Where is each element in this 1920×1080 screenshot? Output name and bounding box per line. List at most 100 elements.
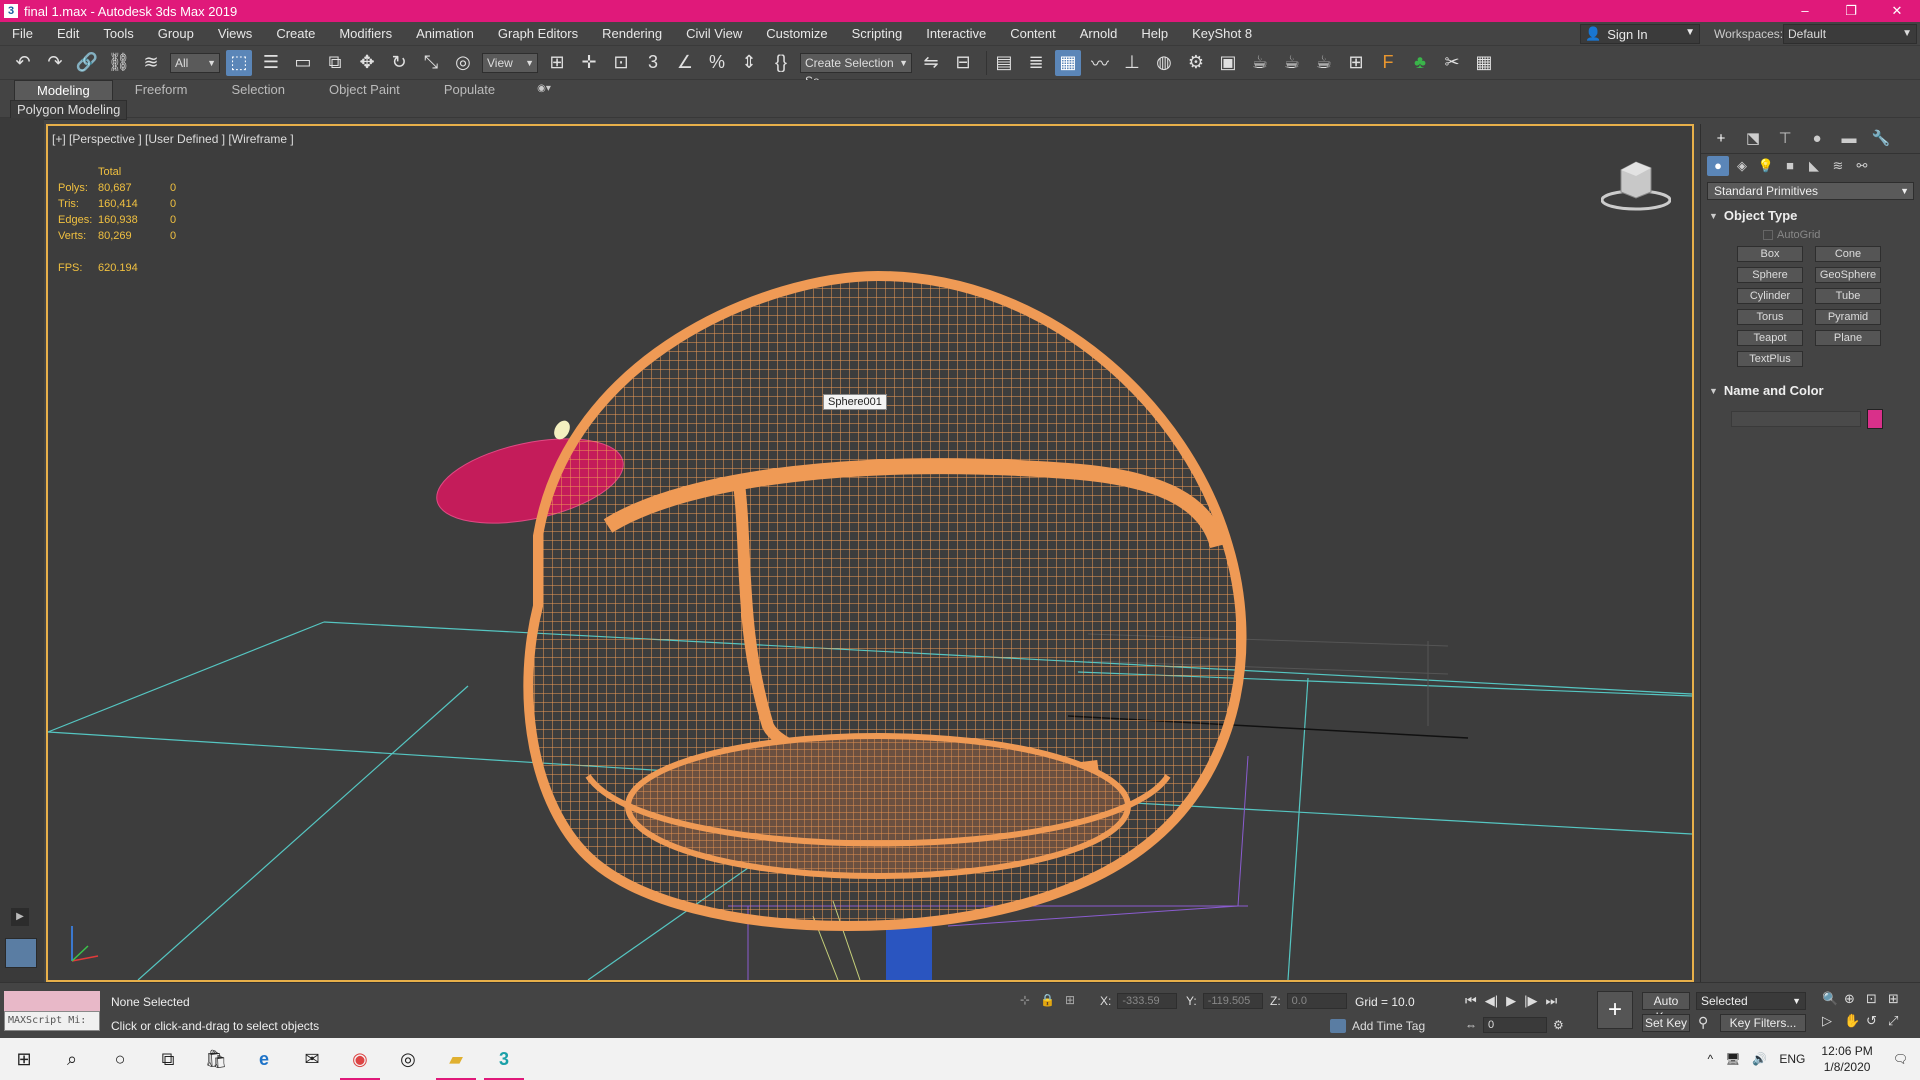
mirror-icon[interactable]: ⇋ bbox=[918, 50, 944, 76]
menu-arnold[interactable]: Arnold bbox=[1068, 22, 1130, 46]
scene-explorer-icon[interactable]: ▤ bbox=[991, 50, 1017, 76]
key-mode-toggle-icon[interactable]: ⇔ bbox=[1465, 1018, 1477, 1032]
rendered-frame-window-icon[interactable]: ▣ bbox=[1215, 50, 1241, 76]
menu-customize[interactable]: Customize bbox=[754, 22, 839, 46]
menu-modifiers[interactable]: Modifiers bbox=[327, 22, 404, 46]
space-warps-icon[interactable]: ≋ bbox=[1827, 156, 1849, 176]
chrome-icon[interactable]: ◉ bbox=[336, 1038, 384, 1080]
percent-snap-icon[interactable]: % bbox=[704, 50, 730, 76]
store-icon[interactable]: 🛍 bbox=[192, 1038, 240, 1080]
geometry-icon[interactable]: ● bbox=[1707, 156, 1729, 176]
display-tab-icon[interactable]: ▬ bbox=[1835, 127, 1863, 151]
file-explorer-icon[interactable]: ▰ bbox=[432, 1038, 480, 1080]
menu-create[interactable]: Create bbox=[264, 22, 327, 46]
ribbon-options-icon[interactable]: ◉▾ bbox=[537, 83, 559, 97]
utilities-tab-icon[interactable]: 🔧 bbox=[1867, 127, 1895, 151]
time-configuration-icon[interactable]: ⚙ bbox=[1553, 1018, 1564, 1032]
pan-icon[interactable]: ✋ bbox=[1844, 1013, 1866, 1029]
rectangular-selection-icon[interactable]: ▭ bbox=[290, 50, 316, 76]
geosphere-button[interactable]: GeoSphere bbox=[1815, 267, 1881, 283]
pyramid-button[interactable]: Pyramid bbox=[1815, 309, 1881, 325]
place-icon[interactable]: ◎ bbox=[450, 50, 476, 76]
teapot-button[interactable]: Teapot bbox=[1737, 330, 1803, 346]
close-button[interactable]: ✕ bbox=[1874, 0, 1920, 22]
network-icon[interactable]: 🖥 bbox=[1725, 1052, 1740, 1066]
ribbon-toggle-icon[interactable]: ▦ bbox=[1055, 49, 1081, 76]
viewport-layout-thumbnail[interactable] bbox=[5, 938, 37, 968]
y-input[interactable] bbox=[1202, 993, 1263, 1009]
object-type-header[interactable]: ▼ Object Type bbox=[1705, 206, 1916, 226]
add-time-tag-button[interactable]: Add Time Tag bbox=[1330, 1019, 1425, 1033]
material-editor-icon[interactable]: ◍ bbox=[1151, 50, 1177, 76]
menu-group[interactable]: Group bbox=[146, 22, 206, 46]
maxscript-listener[interactable]: MAXScript Mi: bbox=[4, 991, 100, 1033]
isolate-selection-icon[interactable]: ⊹ bbox=[1020, 993, 1030, 1007]
scale-icon[interactable]: ⤡ bbox=[418, 50, 444, 76]
menu-help[interactable]: Help bbox=[1129, 22, 1180, 46]
render-cloud-icon[interactable]: ⊞ bbox=[1343, 50, 1369, 76]
render-production-icon[interactable]: ☕ bbox=[1247, 50, 1273, 76]
plane-button[interactable]: Plane bbox=[1815, 330, 1881, 346]
x-input[interactable] bbox=[1117, 993, 1178, 1009]
search-icon[interactable]: ⌕ bbox=[48, 1038, 96, 1080]
move-icon[interactable]: ✥ bbox=[354, 50, 380, 76]
tab-modeling[interactable]: Modeling bbox=[14, 79, 113, 101]
layer-explorer-icon[interactable]: ≣ bbox=[1023, 50, 1049, 76]
bind-space-warp-icon[interactable]: ≋ bbox=[138, 50, 164, 76]
clock[interactable]: 12:06 PM 1/8/2020 bbox=[1821, 1043, 1872, 1075]
menu-content[interactable]: Content bbox=[998, 22, 1068, 46]
menu-file[interactable]: File bbox=[0, 22, 45, 46]
undo-icon[interactable]: ↶ bbox=[10, 50, 36, 76]
key-filters-button[interactable]: Key Filters... bbox=[1720, 1014, 1806, 1032]
perspective-viewport[interactable]: [+] [Perspective ] [User Defined ] [Wire… bbox=[46, 124, 1694, 982]
windows-start-icon[interactable]: ⊞ bbox=[0, 1038, 48, 1080]
menu-animation[interactable]: Animation bbox=[404, 22, 486, 46]
shapes-icon[interactable]: ◈ bbox=[1731, 156, 1753, 176]
viewport-label[interactable]: [+] [Perspective ] [User Defined ] [Wire… bbox=[52, 132, 294, 146]
next-frame-icon[interactable]: |▶ bbox=[1524, 993, 1537, 1009]
align-icon[interactable]: ⊟ bbox=[950, 50, 976, 76]
play-icon[interactable]: ▶ bbox=[1506, 993, 1516, 1009]
name-and-color-header[interactable]: ▼ Name and Color bbox=[1705, 381, 1916, 401]
notifications-icon[interactable]: 🗨 bbox=[1893, 1052, 1908, 1066]
railclone-icon[interactable]: ♣ bbox=[1407, 50, 1433, 76]
hierarchy-tab-icon[interactable]: ⊤ bbox=[1771, 127, 1799, 151]
zoom-icon[interactable]: 🔍 bbox=[1822, 991, 1844, 1007]
render-activeshade-icon[interactable]: ☕ bbox=[1311, 50, 1337, 76]
cylinder-button[interactable]: Cylinder bbox=[1737, 288, 1803, 304]
sign-in-button[interactable]: 👤 Sign In ▼ bbox=[1580, 24, 1700, 44]
lights-icon[interactable]: 💡 bbox=[1755, 156, 1777, 176]
edit-named-selection-icon[interactable]: {} bbox=[768, 50, 794, 76]
select-by-name-icon[interactable]: ☰ bbox=[258, 50, 284, 76]
viewcube-icon[interactable] bbox=[1601, 156, 1671, 214]
task-view-icon[interactable]: ⧉ bbox=[144, 1038, 192, 1080]
go-to-end-icon[interactable]: ⏭ bbox=[1545, 993, 1557, 1009]
z-input[interactable] bbox=[1286, 993, 1347, 1009]
textplus-button[interactable]: TextPlus bbox=[1737, 351, 1803, 367]
chevron-up-icon[interactable]: ^ bbox=[1708, 1052, 1714, 1066]
tube-button[interactable]: Tube bbox=[1815, 288, 1881, 304]
minimize-button[interactable]: – bbox=[1782, 0, 1828, 22]
previous-frame-icon[interactable]: ◀| bbox=[1485, 993, 1498, 1009]
autogrid-checkbox[interactable]: AutoGrid bbox=[1705, 226, 1916, 244]
curve-editor-icon[interactable]: 〰 bbox=[1087, 50, 1113, 76]
render-setup-icon[interactable]: ⚙ bbox=[1183, 50, 1209, 76]
tab-object-paint[interactable]: Object Paint bbox=[307, 80, 422, 100]
default-tangents-icon[interactable]: ⚲ bbox=[1698, 1014, 1708, 1031]
3dsmax-taskbar-icon[interactable]: 3 bbox=[480, 1038, 528, 1080]
orbit-icon[interactable]: ↺ bbox=[1866, 1013, 1888, 1029]
menu-tools[interactable]: Tools bbox=[91, 22, 145, 46]
link-icon[interactable]: 🔗 bbox=[74, 50, 100, 76]
absolute-mode-icon[interactable]: ⊞ bbox=[1065, 993, 1075, 1007]
set-key-button[interactable]: Set Key bbox=[1642, 1014, 1690, 1032]
zoom-extents-icon[interactable]: ⊡ bbox=[1866, 991, 1888, 1007]
listener-output[interactable] bbox=[4, 991, 100, 1011]
menu-edit[interactable]: Edit bbox=[45, 22, 91, 46]
cameras-icon[interactable]: ■ bbox=[1779, 156, 1801, 176]
tab-populate[interactable]: Populate bbox=[422, 80, 517, 100]
menu-graph-editors[interactable]: Graph Editors bbox=[486, 22, 590, 46]
angle-snap-icon[interactable]: ∠ bbox=[672, 50, 698, 76]
workspace-select[interactable]: Default ▼ bbox=[1783, 24, 1917, 44]
language-indicator[interactable]: ENG bbox=[1779, 1052, 1805, 1066]
select-manipulate-icon[interactable]: ✛ bbox=[576, 50, 602, 76]
